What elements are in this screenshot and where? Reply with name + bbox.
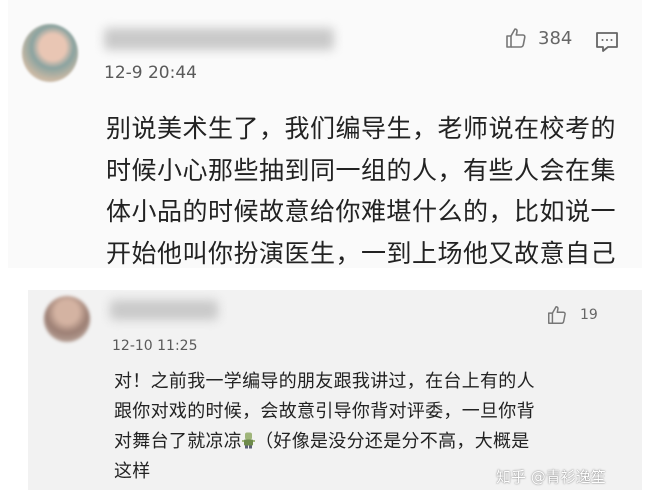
thumbs-up-icon — [506, 28, 526, 48]
zombie-emoji — [242, 429, 256, 449]
avatar[interactable] — [22, 24, 78, 82]
like-button[interactable]: 384 — [504, 26, 572, 50]
reply-button[interactable] — [595, 31, 619, 57]
comment-timestamp: 12-10 11:25 — [112, 338, 198, 354]
comment-card-2: 12-10 11:25 19 对！之前我一学编导的朋友跟我讲过，在台上有的人 跟… — [28, 290, 642, 490]
like-count: 384 — [538, 27, 573, 49]
like-count: 19 — [580, 307, 598, 323]
avatar[interactable] — [44, 296, 90, 342]
thumbs-up-icon — [548, 306, 566, 324]
like-button[interactable]: 19 — [546, 304, 598, 326]
username-blurred[interactable] — [110, 300, 218, 320]
comment-timestamp: 12-9 20:44 — [104, 63, 197, 83]
comment-reply-icon — [596, 32, 618, 52]
comment-text: 别说美术生了，我们编导生，老师说在校考的 时候小心那些抽到同一组的人，有些人会在… — [106, 114, 617, 268]
username-blurred[interactable] — [104, 28, 334, 50]
watermark: 知乎 @青衫逸笙 — [496, 468, 606, 486]
comment-card-1: 12-9 20:44 384 别说美术生了，我们编导生，老师说在校考的 时候小心… — [8, 0, 642, 268]
